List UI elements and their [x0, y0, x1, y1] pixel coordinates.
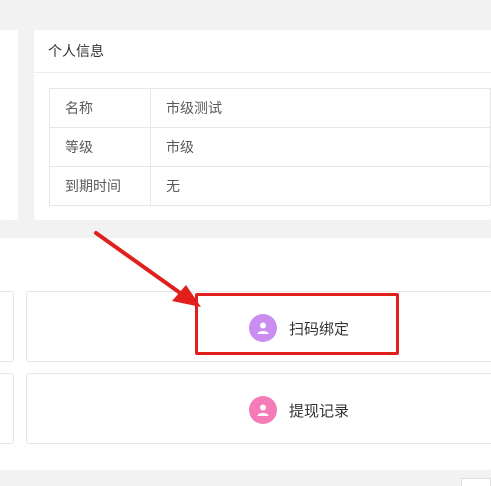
level-label: 等级: [49, 127, 151, 167]
profile-card: 个人信息 名称 市级测试 等级 市级 到期时间 无: [34, 30, 491, 220]
table-row: 名称 市级测试: [49, 88, 491, 128]
name-label: 名称: [49, 88, 151, 128]
corner-element[interactable]: [461, 478, 491, 486]
left-tile-partial[interactable]: [0, 291, 14, 362]
expiry-label: 到期时间: [49, 166, 151, 206]
expiry-value: 无: [150, 166, 491, 206]
withdraw-records-button[interactable]: 提现记录: [249, 395, 349, 425]
highlight-box: [195, 293, 399, 355]
table-row: 到期时间 无: [49, 166, 491, 206]
table-row: 等级 市级: [49, 127, 491, 167]
profile-info-table: 名称 市级测试 等级 市级 到期时间 无: [49, 88, 491, 206]
name-value: 市级测试: [150, 88, 491, 128]
profile-card-title: 个人信息: [34, 30, 491, 73]
left-card-partial: [0, 30, 18, 220]
level-value: 市级: [150, 127, 491, 167]
page: 个人信息 名称 市级测试 等级 市级 到期时间 无 扫码绑定 提现记录: [0, 0, 491, 486]
withdraw-records-label: 提现记录: [289, 401, 350, 420]
left-tile-partial[interactable]: [0, 373, 14, 444]
user-icon: [249, 396, 277, 424]
